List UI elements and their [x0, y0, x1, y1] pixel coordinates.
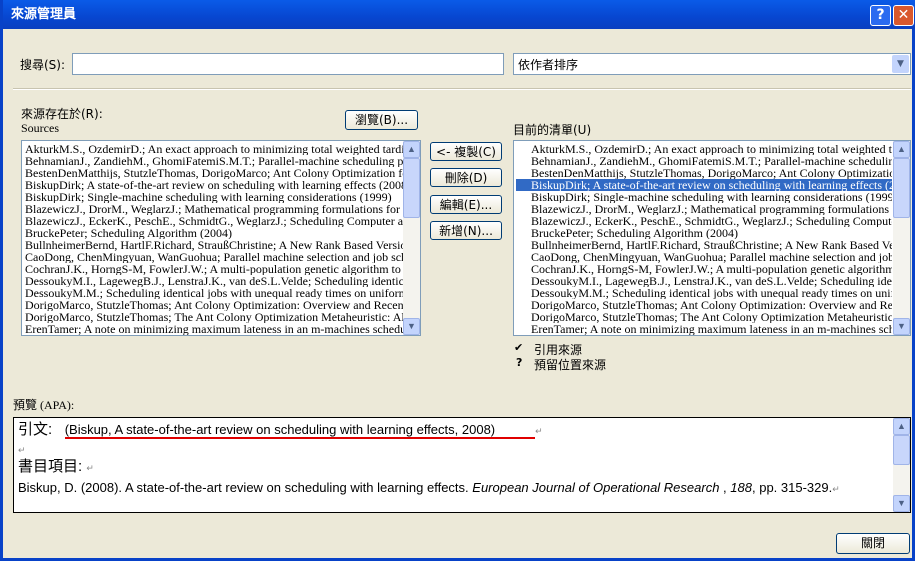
bib-separator: , — [719, 480, 731, 495]
list-item[interactable]: ErenTamer; A note on minimizing maximum … — [25, 323, 403, 335]
list-item[interactable]: DessoukyM.I., LagewegB.J., LenstraJ.K., … — [516, 275, 892, 287]
list-item[interactable]: DessoukyM.M.; Scheduling identical jobs … — [25, 287, 403, 299]
help-button[interactable]: ? — [870, 5, 891, 26]
list-item[interactable]: CaoDong, ChenMingyuan, WanGuohua; Parall… — [25, 251, 403, 263]
bib-pages: , pp. 315-329. — [751, 480, 833, 495]
list-item[interactable]: BlazewiczJ., EckerK., PeschE., SchmidtG.… — [516, 215, 892, 227]
legend-placeholder: 預留位置來源 — [534, 358, 607, 372]
question-icon: ? — [516, 356, 523, 369]
list-item[interactable]: BullnheimerBernd, HartlF.Richard, Strauß… — [25, 239, 403, 251]
search-input[interactable] — [72, 53, 504, 75]
close-button[interactable]: 關閉 — [836, 533, 910, 554]
search-label: 搜尋(S): — [20, 58, 66, 72]
list-item[interactable]: BehnamianJ., ZandiehM., GhomiFatemiS.M.T… — [25, 155, 403, 167]
sources-label: 來源存在於(R): — [21, 107, 103, 121]
paragraph-mark: ↵ — [832, 484, 840, 494]
sort-value: 依作者排序 — [518, 58, 579, 72]
list-item[interactable]: BiskupDirk; A state-of-the-art review on… — [25, 179, 403, 191]
list-item[interactable]: BullnheimerBernd, HartlF.Richard, Strauß… — [516, 239, 892, 251]
sources-list[interactable]: AkturkM.S., OzdemirD.; An exact approach… — [21, 140, 421, 336]
chevron-down-icon: ▼ — [892, 55, 909, 73]
list-item[interactable]: BlazewiczJ., EckerK., PeschE., SchmidtG.… — [25, 215, 403, 227]
list-item[interactable]: BiskupDirk; A state-of-the-art review on… — [516, 179, 892, 191]
list-item[interactable]: BruckePeter; Scheduling Algorithm (2004) — [25, 227, 403, 239]
source-manager-dialog: 來源管理員 ? ✕ 搜尋(S): 依作者排序 ▼ 來源存在於(R): Sourc… — [0, 0, 915, 561]
delete-button[interactable]: 刪除(D) — [430, 168, 502, 187]
preview-label: 預覽 (APA): — [13, 398, 75, 412]
list-item[interactable]: DorigoMarco, StutzleThomas; The Ant Colo… — [25, 311, 403, 323]
citation-text: (Biskup, A state-of-the-art review on sc… — [64, 422, 536, 439]
check-icon: ✔ — [514, 341, 524, 354]
browse-button[interactable]: 瀏覽(B)... — [345, 110, 418, 130]
preview-pane: 引文: (Biskup, A state-of-the-art review o… — [13, 417, 911, 513]
paragraph-mark: ↵ — [535, 426, 543, 436]
list-item[interactable]: BestenDenMatthijs, StutzleThomas, Dorigo… — [516, 167, 892, 179]
list-item[interactable]: BiskupDirk; Single-machine scheduling wi… — [516, 191, 892, 203]
citation-label: 引文: — [18, 421, 53, 438]
list-item[interactable]: DorigoMarco, StutzleThomas; Ant Colony O… — [516, 299, 892, 311]
list-item[interactable]: CochranJ.K., HorngS-M, FowlerJ.W.; A mul… — [516, 263, 892, 275]
current-list[interactable]: AkturkM.S., OzdemirD.; An exact approach… — [513, 140, 911, 336]
bib-journal: European Journal of Operational Research — [472, 480, 720, 495]
list-item[interactable]: BlazewiczJ., DrorM., WeglarzJ.; Mathemat… — [516, 203, 892, 215]
list-item[interactable]: BlazewiczJ., DrorM., WeglarzJ.; Mathemat… — [25, 203, 403, 215]
current-list-label: 目前的清單(U) — [513, 123, 592, 137]
list-item[interactable]: DessoukyM.M.; Scheduling identical jobs … — [516, 287, 892, 299]
list-item[interactable]: BestenDenMatthijs, StutzleThomas, Dorigo… — [25, 167, 403, 179]
edit-button[interactable]: 編輯(E)... — [430, 195, 502, 214]
paragraph-mark: ↵ — [18, 445, 26, 455]
close-icon[interactable]: ✕ — [893, 5, 914, 26]
sources-location: Sources — [21, 121, 59, 135]
sort-select[interactable]: 依作者排序 ▼ — [513, 53, 911, 75]
list-item[interactable]: DorigoMarco, StutzleThomas; The Ant Colo… — [516, 311, 892, 323]
dialog-title: 來源管理員 — [11, 7, 77, 22]
scrollbar[interactable]: ▲ ▼ — [403, 141, 420, 335]
copy-button[interactable]: <- 複製(C) — [430, 142, 502, 161]
title-bar: 來源管理員 — [3, 0, 915, 29]
list-item[interactable]: ErenTamer; A note on minimizing maximum … — [516, 323, 892, 335]
list-item[interactable]: DorigoMarco, StutzleThomas; Ant Colony O… — [25, 299, 403, 311]
bib-volume: 188 — [730, 480, 752, 495]
list-item[interactable]: CochranJ.K., HorngS-M, FowlerJ.W.; A mul… — [25, 263, 403, 275]
bib-text: Biskup, D. (2008). A state-of-the-art re… — [18, 480, 473, 495]
scrollbar[interactable]: ▲ ▼ — [893, 418, 910, 512]
list-item[interactable]: BehnamianJ., ZandiehM., GhomiFatemiS.M.T… — [516, 155, 892, 167]
new-button[interactable]: 新增(N)... — [430, 221, 502, 240]
list-item[interactable]: AkturkM.S., OzdemirD.; An exact approach… — [516, 143, 892, 155]
divider — [13, 88, 911, 90]
list-item[interactable]: DessoukyM.I., LagewegB.J., LenstraJ.K., … — [25, 275, 403, 287]
list-item[interactable]: BruckePeter; Scheduling Algorithm (2004) — [516, 227, 892, 239]
list-item[interactable]: BiskupDirk; Single-machine scheduling wi… — [25, 191, 403, 203]
list-item[interactable]: CaoDong, ChenMingyuan, WanGuohua; Parall… — [516, 251, 892, 263]
scrollbar[interactable]: ▲ ▼ — [893, 141, 910, 335]
list-item[interactable]: AkturkM.S., OzdemirD.; An exact approach… — [25, 143, 403, 155]
bibliography-label: 書目項目: — [18, 458, 83, 475]
paragraph-mark: ↵ — [86, 463, 94, 473]
